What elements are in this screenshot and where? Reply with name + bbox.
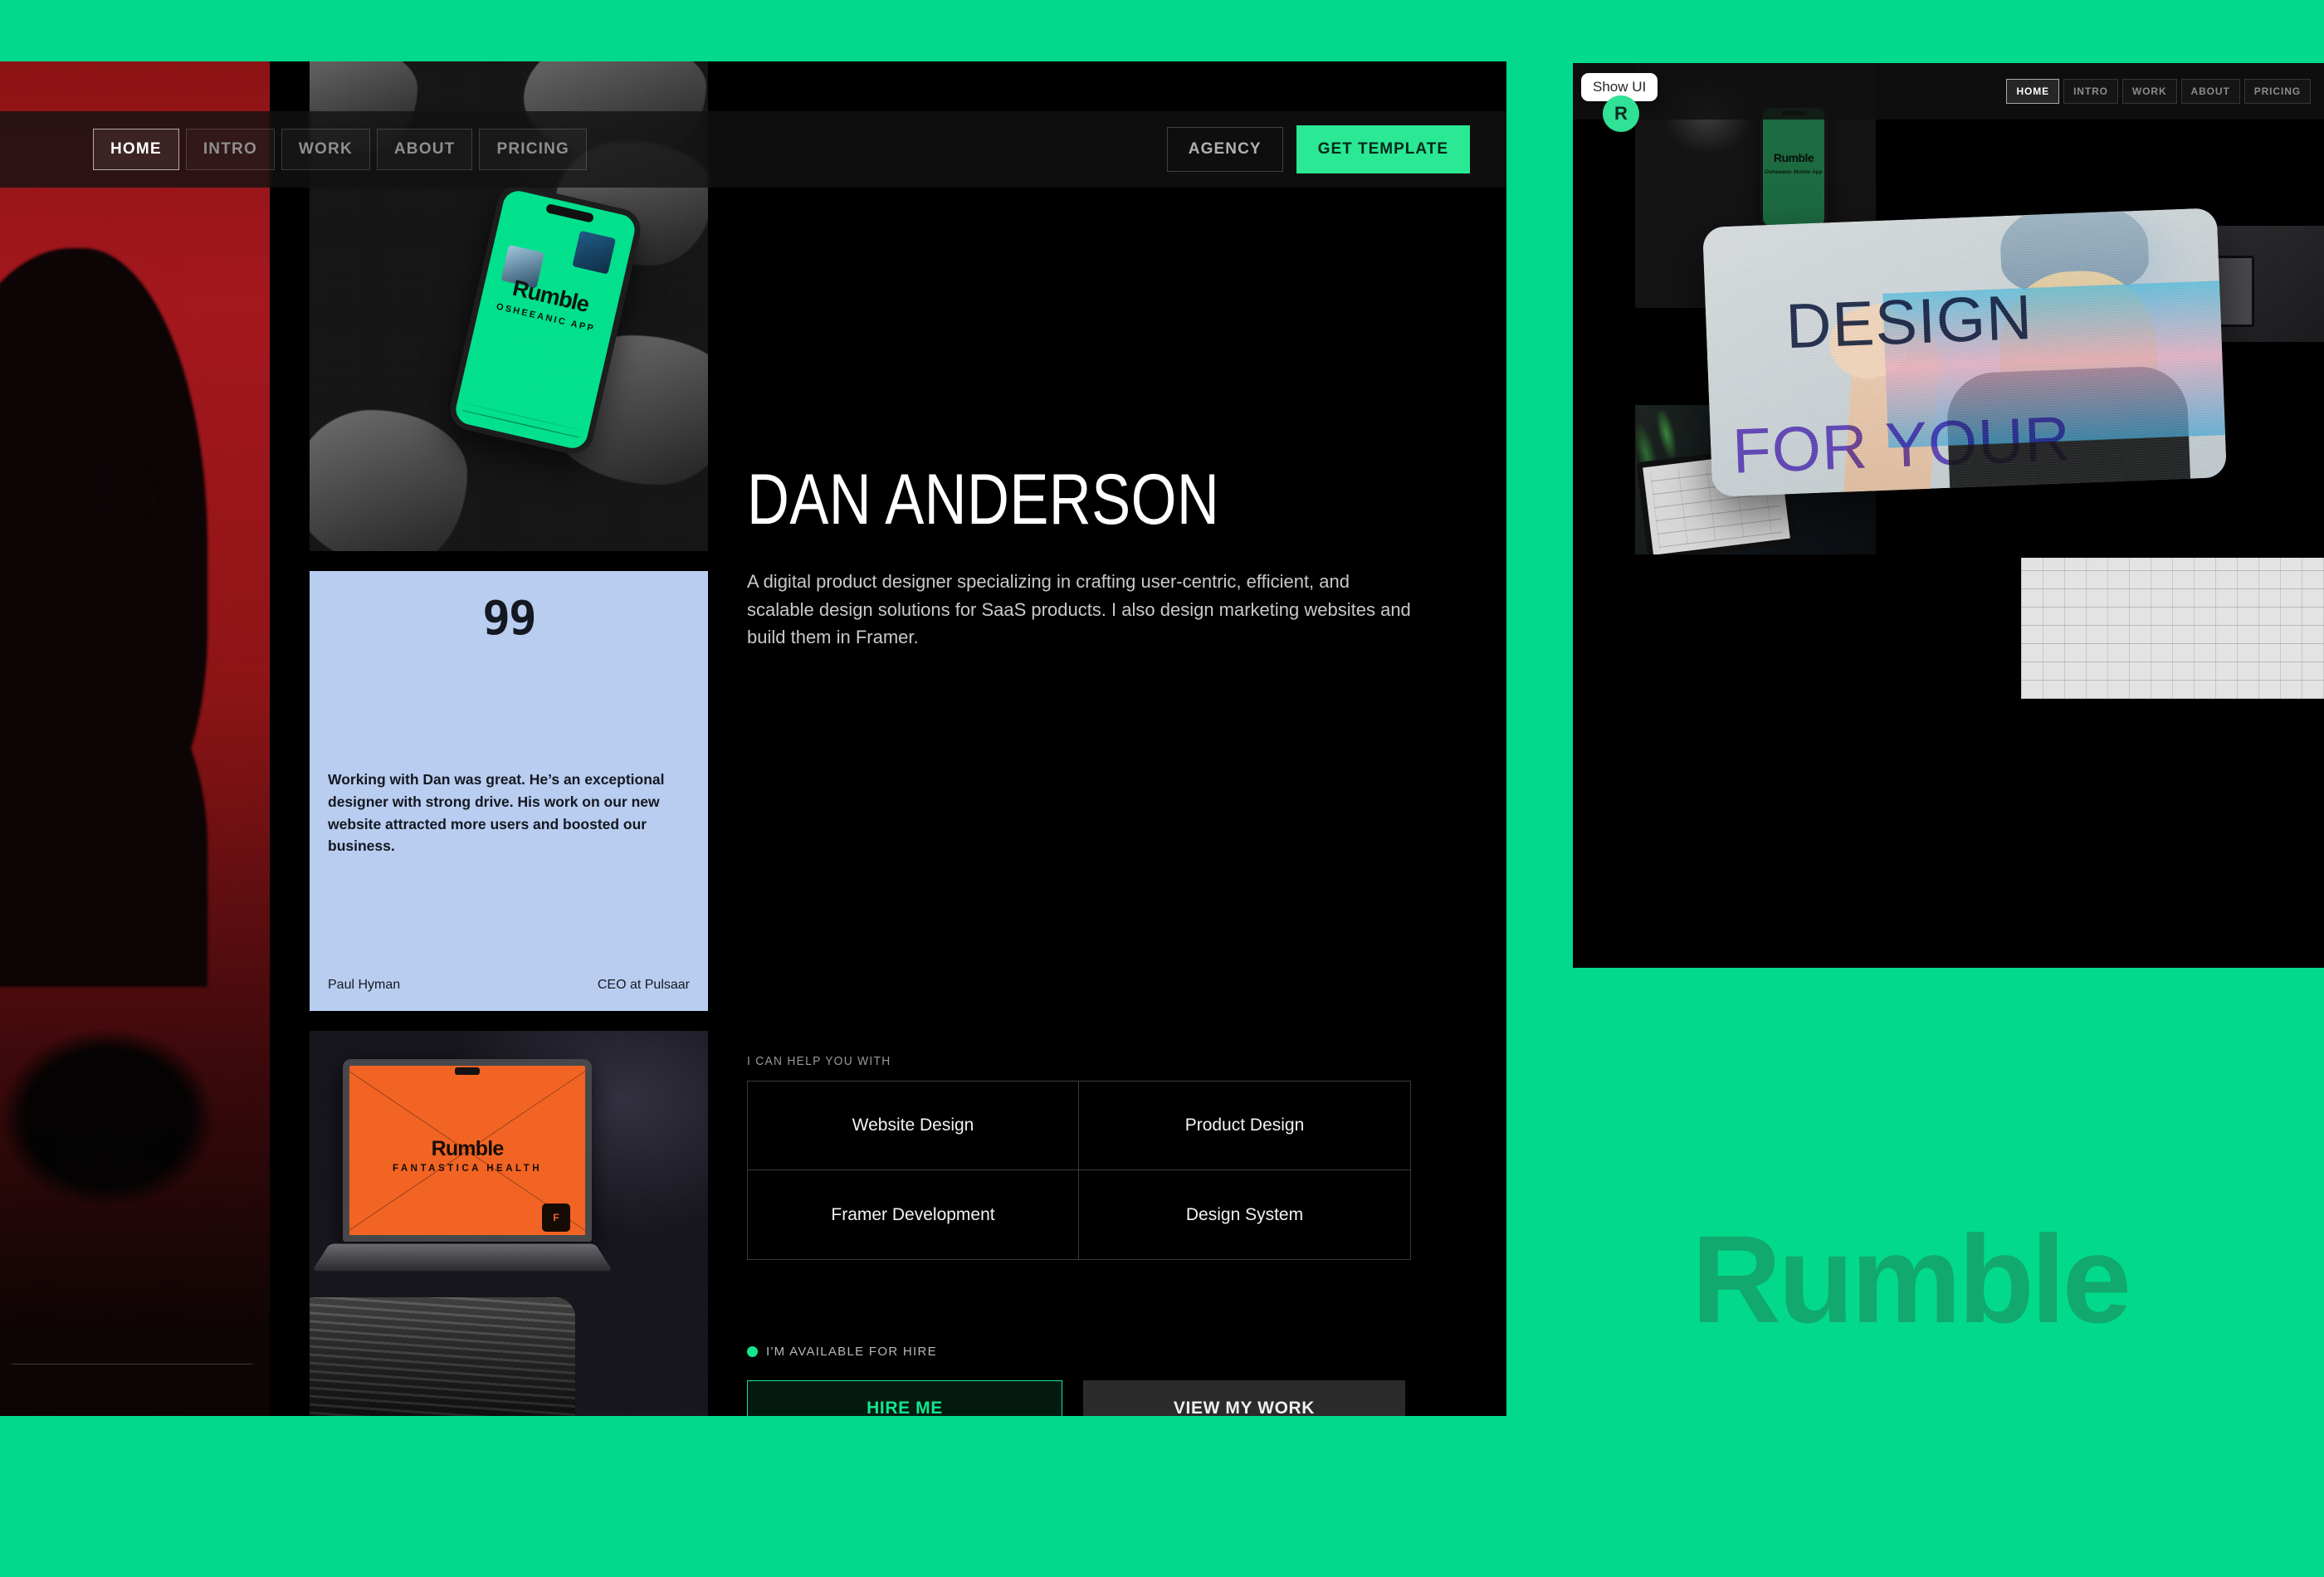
nav-links: HOME INTRO WORK ABOUT PRICING: [93, 129, 588, 170]
main-navbar: HOME INTRO WORK ABOUT PRICING AGENCY GET…: [0, 111, 1506, 188]
status-dot-icon: [747, 1346, 758, 1357]
portrait-silhouette: [0, 248, 208, 987]
services-label: I CAN HELP YOU WITH: [747, 1054, 891, 1068]
secondary-preview-window: Rumble Osheeanic Mobile App Rumble DESIG…: [1573, 63, 2324, 968]
nav-item-pricing[interactable]: PRICING: [479, 129, 588, 170]
nav-item-home[interactable]: HOME: [93, 129, 179, 170]
preview-nav-item-work[interactable]: WORK: [2121, 79, 2177, 104]
show-ui-control[interactable]: Show UI R: [1581, 73, 1658, 132]
preview-nav-item-about[interactable]: ABOUT: [2180, 79, 2240, 104]
preview-phone-device: Rumble Osheeanic Mobile App: [1760, 105, 1828, 229]
red-portrait-panel: [0, 61, 270, 1416]
preview-phone-subtitle: Osheeanic Mobile App: [1765, 169, 1823, 175]
testimonial-role: CEO at Pulsaar: [597, 978, 690, 992]
testimonial-author: Paul Hyman: [328, 978, 401, 992]
nav-item-about[interactable]: ABOUT: [376, 129, 473, 170]
preview-sketch-photo: [2021, 558, 2324, 699]
page-title: DAN ANDERSON: [747, 460, 1220, 540]
preview-nav-item-pricing[interactable]: PRICING: [2243, 79, 2311, 104]
testimonial-footer: Paul Hyman CEO at Pulsaar: [328, 978, 690, 993]
brand-wordmark: Rumble: [1692, 1209, 2131, 1349]
get-template-button[interactable]: GET TEMPLATE: [1296, 125, 1470, 173]
film-grain-overlay: [1702, 208, 2228, 497]
nav-item-intro[interactable]: INTRO: [185, 129, 275, 170]
laptop-badge: F: [542, 1204, 570, 1232]
laptop-logo: Rumble: [431, 1137, 505, 1160]
services-grid: Website Design Product Design Framer Dev…: [747, 1081, 1411, 1260]
testimonial-text: Working with Dan was great. He’s an exce…: [328, 771, 665, 855]
stone-pedestal: [310, 1297, 575, 1416]
agency-button[interactable]: AGENCY: [1166, 127, 1283, 172]
cta-button-row: HIRE ME VIEW MY WORK: [747, 1380, 1405, 1416]
rock-shape: [310, 410, 467, 551]
preview-nav-item-home[interactable]: HOME: [2006, 79, 2060, 104]
quote-mark-icon: 99: [482, 592, 536, 646]
rumble-badge-icon[interactable]: R: [1603, 95, 1639, 132]
service-cell-website-design[interactable]: Website Design: [748, 1081, 1079, 1170]
laptop-device: Rumble FANTASTICA HEALTH F: [343, 1059, 592, 1242]
laptop-base: [311, 1243, 613, 1272]
availability-label: I'M AVAILABLE FOR HIRE: [766, 1345, 937, 1359]
availability-status: I'M AVAILABLE FOR HIRE: [747, 1345, 937, 1359]
hero-description: A digital product designer specializing …: [747, 571, 1411, 648]
service-cell-framer-development[interactable]: Framer Development: [748, 1170, 1079, 1259]
nav-item-work[interactable]: WORK: [281, 129, 370, 170]
preview-nav-links: HOME INTRO WORK ABOUT PRICING: [2006, 79, 2311, 104]
nav-actions: AGENCY GET TEMPLATE: [1166, 125, 1470, 173]
preview-nav-item-intro[interactable]: INTRO: [2063, 79, 2118, 104]
preview-phone-logo: Rumble: [1773, 151, 1814, 164]
hero-content-column: DAN ANDERSON A digital product designer …: [747, 61, 1428, 1416]
testimonial-card: 99 Working with Dan was great. He’s an e…: [310, 571, 708, 1011]
preview-navbar: HOME INTRO WORK ABOUT PRICING: [1573, 63, 2324, 120]
service-cell-design-system[interactable]: Design System: [1079, 1170, 1410, 1259]
sketch-grid: [2021, 558, 2324, 699]
main-preview-window: Rumble OSHEEANIC APP 99 Working with Dan…: [0, 61, 1506, 1416]
hire-me-button[interactable]: HIRE ME: [747, 1380, 1062, 1416]
laptop-subtitle: FANTASTICA HEALTH: [392, 1164, 543, 1174]
service-cell-product-design[interactable]: Product Design: [1079, 1081, 1410, 1170]
divider-line: [12, 1364, 252, 1365]
media-cards-column: Rumble OSHEEANIC APP 99 Working with Dan…: [310, 61, 708, 1416]
laptop-mockup-card: Rumble FANTASTICA HEALTH F: [310, 1031, 708, 1416]
design-overlay-card: DESIGN FOR YOUR: [1702, 208, 2228, 497]
view-my-work-button[interactable]: VIEW MY WORK: [1083, 1380, 1405, 1416]
